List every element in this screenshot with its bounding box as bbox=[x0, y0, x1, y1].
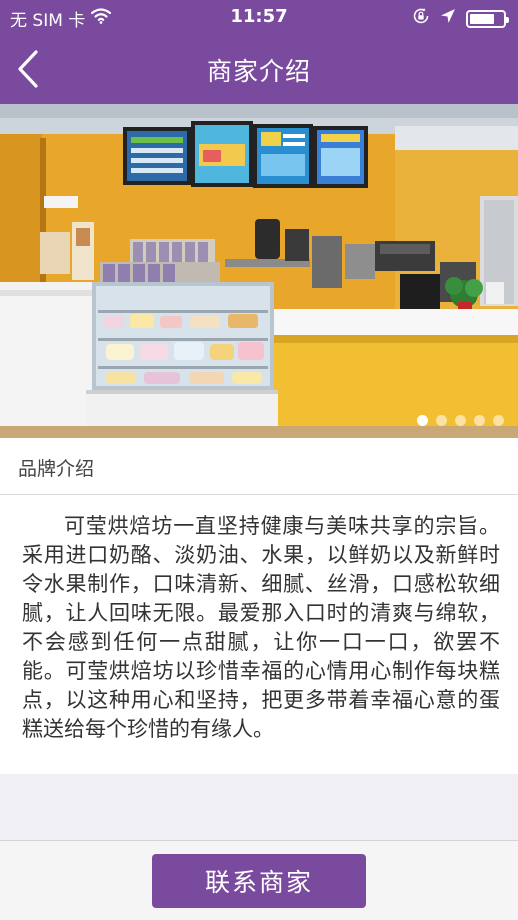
status-bar: 无 SIM 卡 11:57 bbox=[0, 0, 518, 34]
carousel-pagination bbox=[417, 415, 504, 426]
battery-icon bbox=[466, 9, 509, 28]
battery-fill bbox=[470, 13, 494, 24]
location-arrow-icon bbox=[440, 8, 456, 29]
carousel-dot[interactable] bbox=[436, 415, 447, 426]
orientation-lock-icon bbox=[412, 7, 430, 30]
carousel-dot[interactable] bbox=[455, 415, 466, 426]
status-right bbox=[412, 7, 509, 30]
bottom-bar: 联系商家 bbox=[0, 840, 518, 920]
carousel-dot[interactable] bbox=[493, 415, 504, 426]
carousel-dot[interactable] bbox=[474, 415, 485, 426]
header: 无 SIM 卡 11:57 商家介绍 bbox=[0, 0, 518, 104]
store-photo-carousel[interactable] bbox=[0, 104, 518, 438]
store-photo bbox=[0, 104, 518, 438]
brand-section-title: 品牌介绍 bbox=[18, 458, 95, 480]
nav-bar: 商家介绍 bbox=[0, 34, 518, 104]
brand-section: 品牌介绍 可莹烘焙坊一直坚持健康与美味共享的宗旨。采用进口奶酪、淡奶油、水果，以… bbox=[0, 438, 518, 774]
brand-description: 可莹烘焙坊一直坚持健康与美味共享的宗旨。采用进口奶酪、淡奶油、水果，以鲜奶以及新… bbox=[22, 514, 500, 741]
carousel-dot[interactable] bbox=[417, 415, 428, 426]
divider bbox=[0, 494, 518, 495]
page-title: 商家介绍 bbox=[206, 57, 311, 86]
contact-merchant-button[interactable]: 联系商家 bbox=[152, 854, 366, 908]
